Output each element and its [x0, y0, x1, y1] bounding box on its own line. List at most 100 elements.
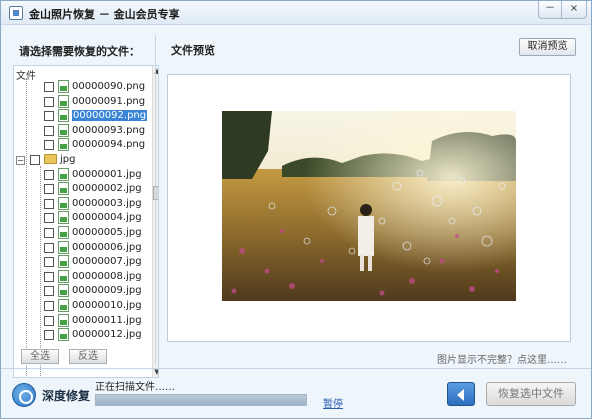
file-row[interactable]: 00000010.jpg: [14, 299, 150, 313]
file-checkbox[interactable]: [44, 271, 54, 282]
file-checkbox[interactable]: [44, 228, 54, 238]
file-row[interactable]: 00000001.jpg: [14, 167, 150, 182]
image-file-icon: [58, 80, 69, 93]
file-name: 00000093.png: [72, 124, 146, 136]
file-row[interactable]: 00000003.jpg: [14, 196, 150, 211]
folder-icon: [44, 154, 57, 164]
file-name: 00000010.jpg: [72, 300, 142, 311]
image-file-icon: [58, 328, 69, 342]
folder-row[interactable]: − jpg: [14, 153, 150, 167]
file-row[interactable]: 00000094.png: [14, 138, 150, 152]
select-all-button[interactable]: 全选: [21, 349, 59, 364]
collapse-icon[interactable]: −: [16, 156, 25, 165]
file-checkbox[interactable]: [44, 257, 54, 268]
back-button[interactable]: [447, 382, 475, 406]
file-tree: 文件 00000090.png 00000091.png 00000092.png 0…: [13, 65, 159, 378]
image-file-icon: [58, 138, 69, 152]
file-name: 00000011.jpg: [72, 314, 142, 326]
file-name: 00000091.png: [72, 95, 146, 107]
file-name: 00000001.jpg: [72, 168, 142, 180]
file-name: 00000008.jpg: [72, 270, 142, 282]
file-name: 00000092.png: [72, 110, 148, 122]
file-name: 00000004.jpg: [72, 212, 142, 224]
file-name: 00000012.jpg: [72, 329, 142, 341]
file-name: 00000003.jpg: [72, 197, 142, 209]
image-file-icon: [58, 269, 69, 283]
image-file-icon: [58, 123, 69, 137]
preview-title: 文件预览: [171, 44, 215, 57]
scroll-up-arrow-icon[interactable]: ▲: [153, 66, 158, 76]
file-name: 00000002.jpg: [72, 183, 142, 195]
window-title: 金山照片恢复 － 金山会员专享: [29, 8, 180, 21]
deep-repair-icon: [12, 383, 36, 407]
file-row[interactable]: 00000091.png: [14, 94, 150, 109]
file-row[interactable]: 00000093.png: [14, 123, 150, 138]
incomplete-image-link[interactable]: 图片显示不完整？点这里……: [437, 351, 567, 366]
file-select-heading: 请选择需要恢复的文件：: [19, 45, 140, 58]
file-name: 00000090.png: [72, 81, 146, 92]
file-checkbox[interactable]: [44, 213, 54, 224]
file-row[interactable]: 00000011.jpg: [14, 313, 150, 328]
file-checkbox[interactable]: [44, 286, 54, 297]
file-checkbox[interactable]: [44, 315, 54, 326]
scan-status-text: 正在扫描文件……: [95, 382, 175, 393]
file-select-panel: 请选择需要恢复的文件： 文件 00000090.png 00000091.png 0…: [9, 35, 159, 378]
invert-selection-button[interactable]: 反选: [69, 349, 107, 364]
file-row[interactable]: 00000092.png: [14, 109, 150, 123]
image-file-icon: [58, 226, 69, 239]
image-file-icon: [58, 284, 69, 298]
file-name: 00000005.jpg: [72, 227, 142, 238]
close-button[interactable]: ×: [561, 1, 587, 19]
image-file-icon: [58, 94, 69, 108]
preview-image: [222, 111, 516, 301]
scan-progress-fill: [96, 395, 306, 405]
file-row[interactable]: 00000008.jpg: [14, 269, 150, 284]
cancel-preview-button[interactable]: 取消预览: [519, 38, 576, 56]
file-checkbox[interactable]: [44, 96, 54, 107]
file-checkbox[interactable]: [44, 330, 54, 341]
file-checkbox[interactable]: [44, 198, 54, 209]
image-file-icon: [58, 167, 69, 181]
minimize-button[interactable]: －: [538, 1, 562, 19]
image-file-icon: [58, 109, 69, 123]
file-row[interactable]: 00000012.jpg: [14, 328, 150, 342]
file-row[interactable]: 00000004.jpg: [14, 211, 150, 225]
image-file-icon: [58, 211, 69, 225]
image-file-icon: [58, 182, 69, 196]
file-name: 00000009.jpg: [72, 285, 142, 297]
image-file-icon: [58, 196, 69, 210]
folder-checkbox[interactable]: [30, 155, 40, 165]
image-file-icon: [58, 299, 69, 312]
file-checkbox[interactable]: [44, 111, 54, 122]
file-row[interactable]: 00000090.png: [14, 80, 150, 94]
bottom-divider: [1, 368, 591, 369]
file-row[interactable]: 00000006.jpg: [14, 240, 150, 255]
pause-link[interactable]: 暂停: [323, 395, 343, 410]
image-file-icon: [58, 313, 69, 327]
recover-selected-button[interactable]: 恢复选中文件: [486, 382, 576, 406]
file-row[interactable]: 00000005.jpg: [14, 226, 150, 240]
panel-divider: [155, 35, 156, 365]
file-checkbox[interactable]: [44, 242, 54, 253]
file-checkbox[interactable]: [44, 169, 54, 180]
file-name: 00000006.jpg: [72, 241, 142, 253]
app-window: 金山照片恢复 － 金山会员专享 － × 请选择需要恢复的文件： 文件 00000…: [0, 0, 592, 419]
file-row[interactable]: 00000007.jpg: [14, 255, 150, 269]
file-checkbox[interactable]: [44, 125, 54, 136]
app-icon: [9, 6, 23, 20]
image-file-icon: [58, 255, 69, 269]
file-checkbox[interactable]: [44, 82, 54, 92]
scroll-thumb[interactable]: [153, 186, 158, 200]
file-checkbox[interactable]: [44, 301, 54, 311]
preview-area: [167, 74, 571, 342]
file-checkbox[interactable]: [44, 140, 54, 151]
image-file-icon: [58, 240, 69, 254]
file-name: 00000094.png: [72, 139, 146, 151]
file-row[interactable]: 00000009.jpg: [14, 284, 150, 298]
deep-repair-label: 深度修复: [42, 389, 91, 403]
file-row[interactable]: 00000002.jpg: [14, 182, 150, 196]
file-name: 00000007.jpg: [72, 256, 142, 268]
file-checkbox[interactable]: [44, 184, 54, 195]
scan-progress-bar: [95, 394, 307, 406]
title-bar: 金山照片恢复 － 金山会员专享 － ×: [1, 1, 591, 25]
